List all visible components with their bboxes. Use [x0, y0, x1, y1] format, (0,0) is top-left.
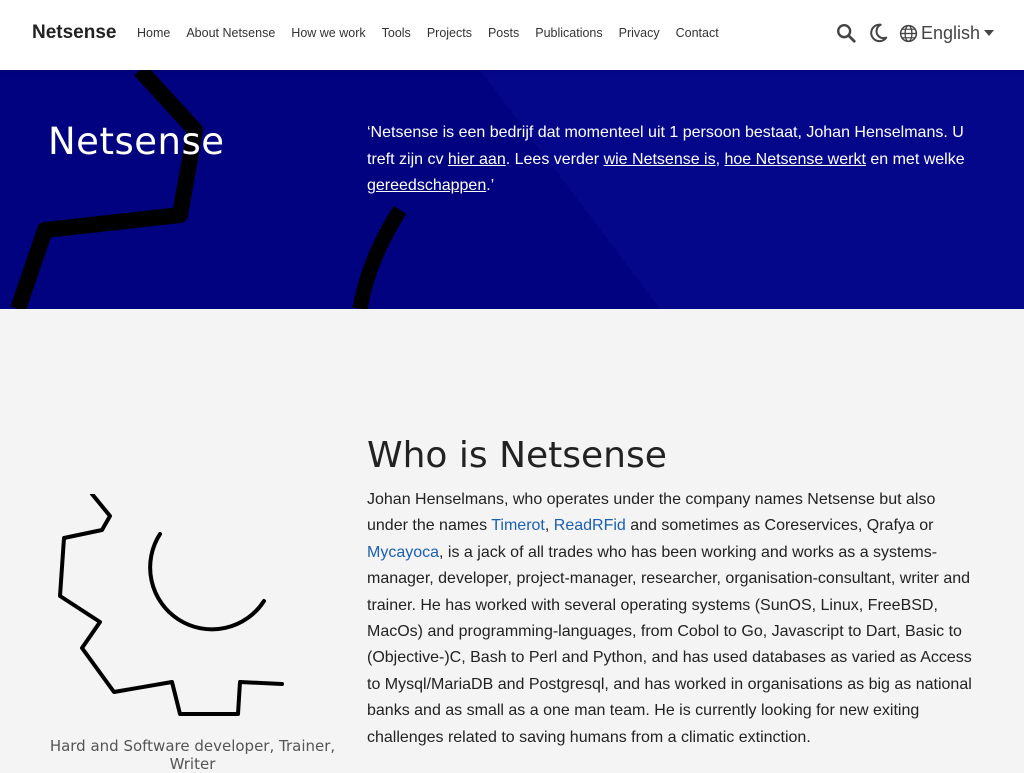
search-icon[interactable]	[835, 22, 857, 44]
nav-link-home[interactable]: Home	[137, 26, 170, 40]
nav-link-posts[interactable]: Posts	[488, 26, 519, 40]
tools-link[interactable]: gereedschappen	[367, 177, 486, 194]
nav-link-about[interactable]: About Netsense	[186, 26, 275, 40]
who-is-netsense-link[interactable]: wie Netsense is	[604, 151, 716, 168]
hero-quote: ‘Netsense is een bedrijf dat momenteel u…	[367, 120, 977, 200]
hero-title: Netsense	[48, 120, 225, 163]
nav-link-publications[interactable]: Publications	[535, 26, 602, 40]
nav-link-projects[interactable]: Projects	[427, 26, 472, 40]
paragraph-text: , is a jack of all trades who has been w…	[367, 543, 972, 746]
section-title: Who is Netsense	[367, 435, 667, 476]
gear-icon	[58, 494, 284, 716]
cv-link[interactable]: hier aan	[448, 151, 506, 168]
nav-link-how-we-work[interactable]: How we work	[291, 26, 365, 40]
readrfid-link[interactable]: ReadRFid	[554, 517, 626, 534]
navbar: Netsense Home About Netsense How we work…	[0, 0, 1024, 70]
hero-banner: Netsense ‘Netsense is een bedrijf dat mo…	[0, 70, 1024, 309]
globe-icon	[899, 24, 918, 42]
about-paragraph: Johan Henselmans, who operates under the…	[367, 487, 977, 751]
timerot-link[interactable]: Timerot	[491, 517, 545, 534]
quote-text: en met welke	[865, 150, 965, 168]
quote-text: ,	[715, 150, 725, 168]
mycayoca-link[interactable]: Mycayoca	[367, 544, 439, 561]
language-dropdown[interactable]: English	[899, 23, 994, 44]
paragraph-text: ,	[544, 517, 554, 535]
language-label: English	[920, 22, 980, 43]
nav-link-tools[interactable]: Tools	[382, 26, 411, 40]
moon-icon[interactable]	[867, 22, 889, 44]
nav-link-contact[interactable]: Contact	[676, 26, 719, 40]
chevron-down-icon	[984, 30, 994, 36]
nav-links: Home About Netsense How we work Tools Pr…	[137, 26, 735, 40]
how-netsense-works-link[interactable]: hoe Netsense werkt	[725, 151, 866, 168]
paragraph-text: and sometimes as Coreservices, Qrafya or	[625, 517, 934, 535]
nav-link-privacy[interactable]: Privacy	[619, 26, 660, 40]
brand-logo[interactable]: Netsense	[32, 22, 117, 44]
nav-tools: English	[825, 22, 994, 44]
main-content: Hard and Software developer, Trainer, Wr…	[0, 309, 1024, 773]
quote-text: . Lees verder	[505, 150, 604, 168]
quote-text: .’	[486, 177, 495, 194]
